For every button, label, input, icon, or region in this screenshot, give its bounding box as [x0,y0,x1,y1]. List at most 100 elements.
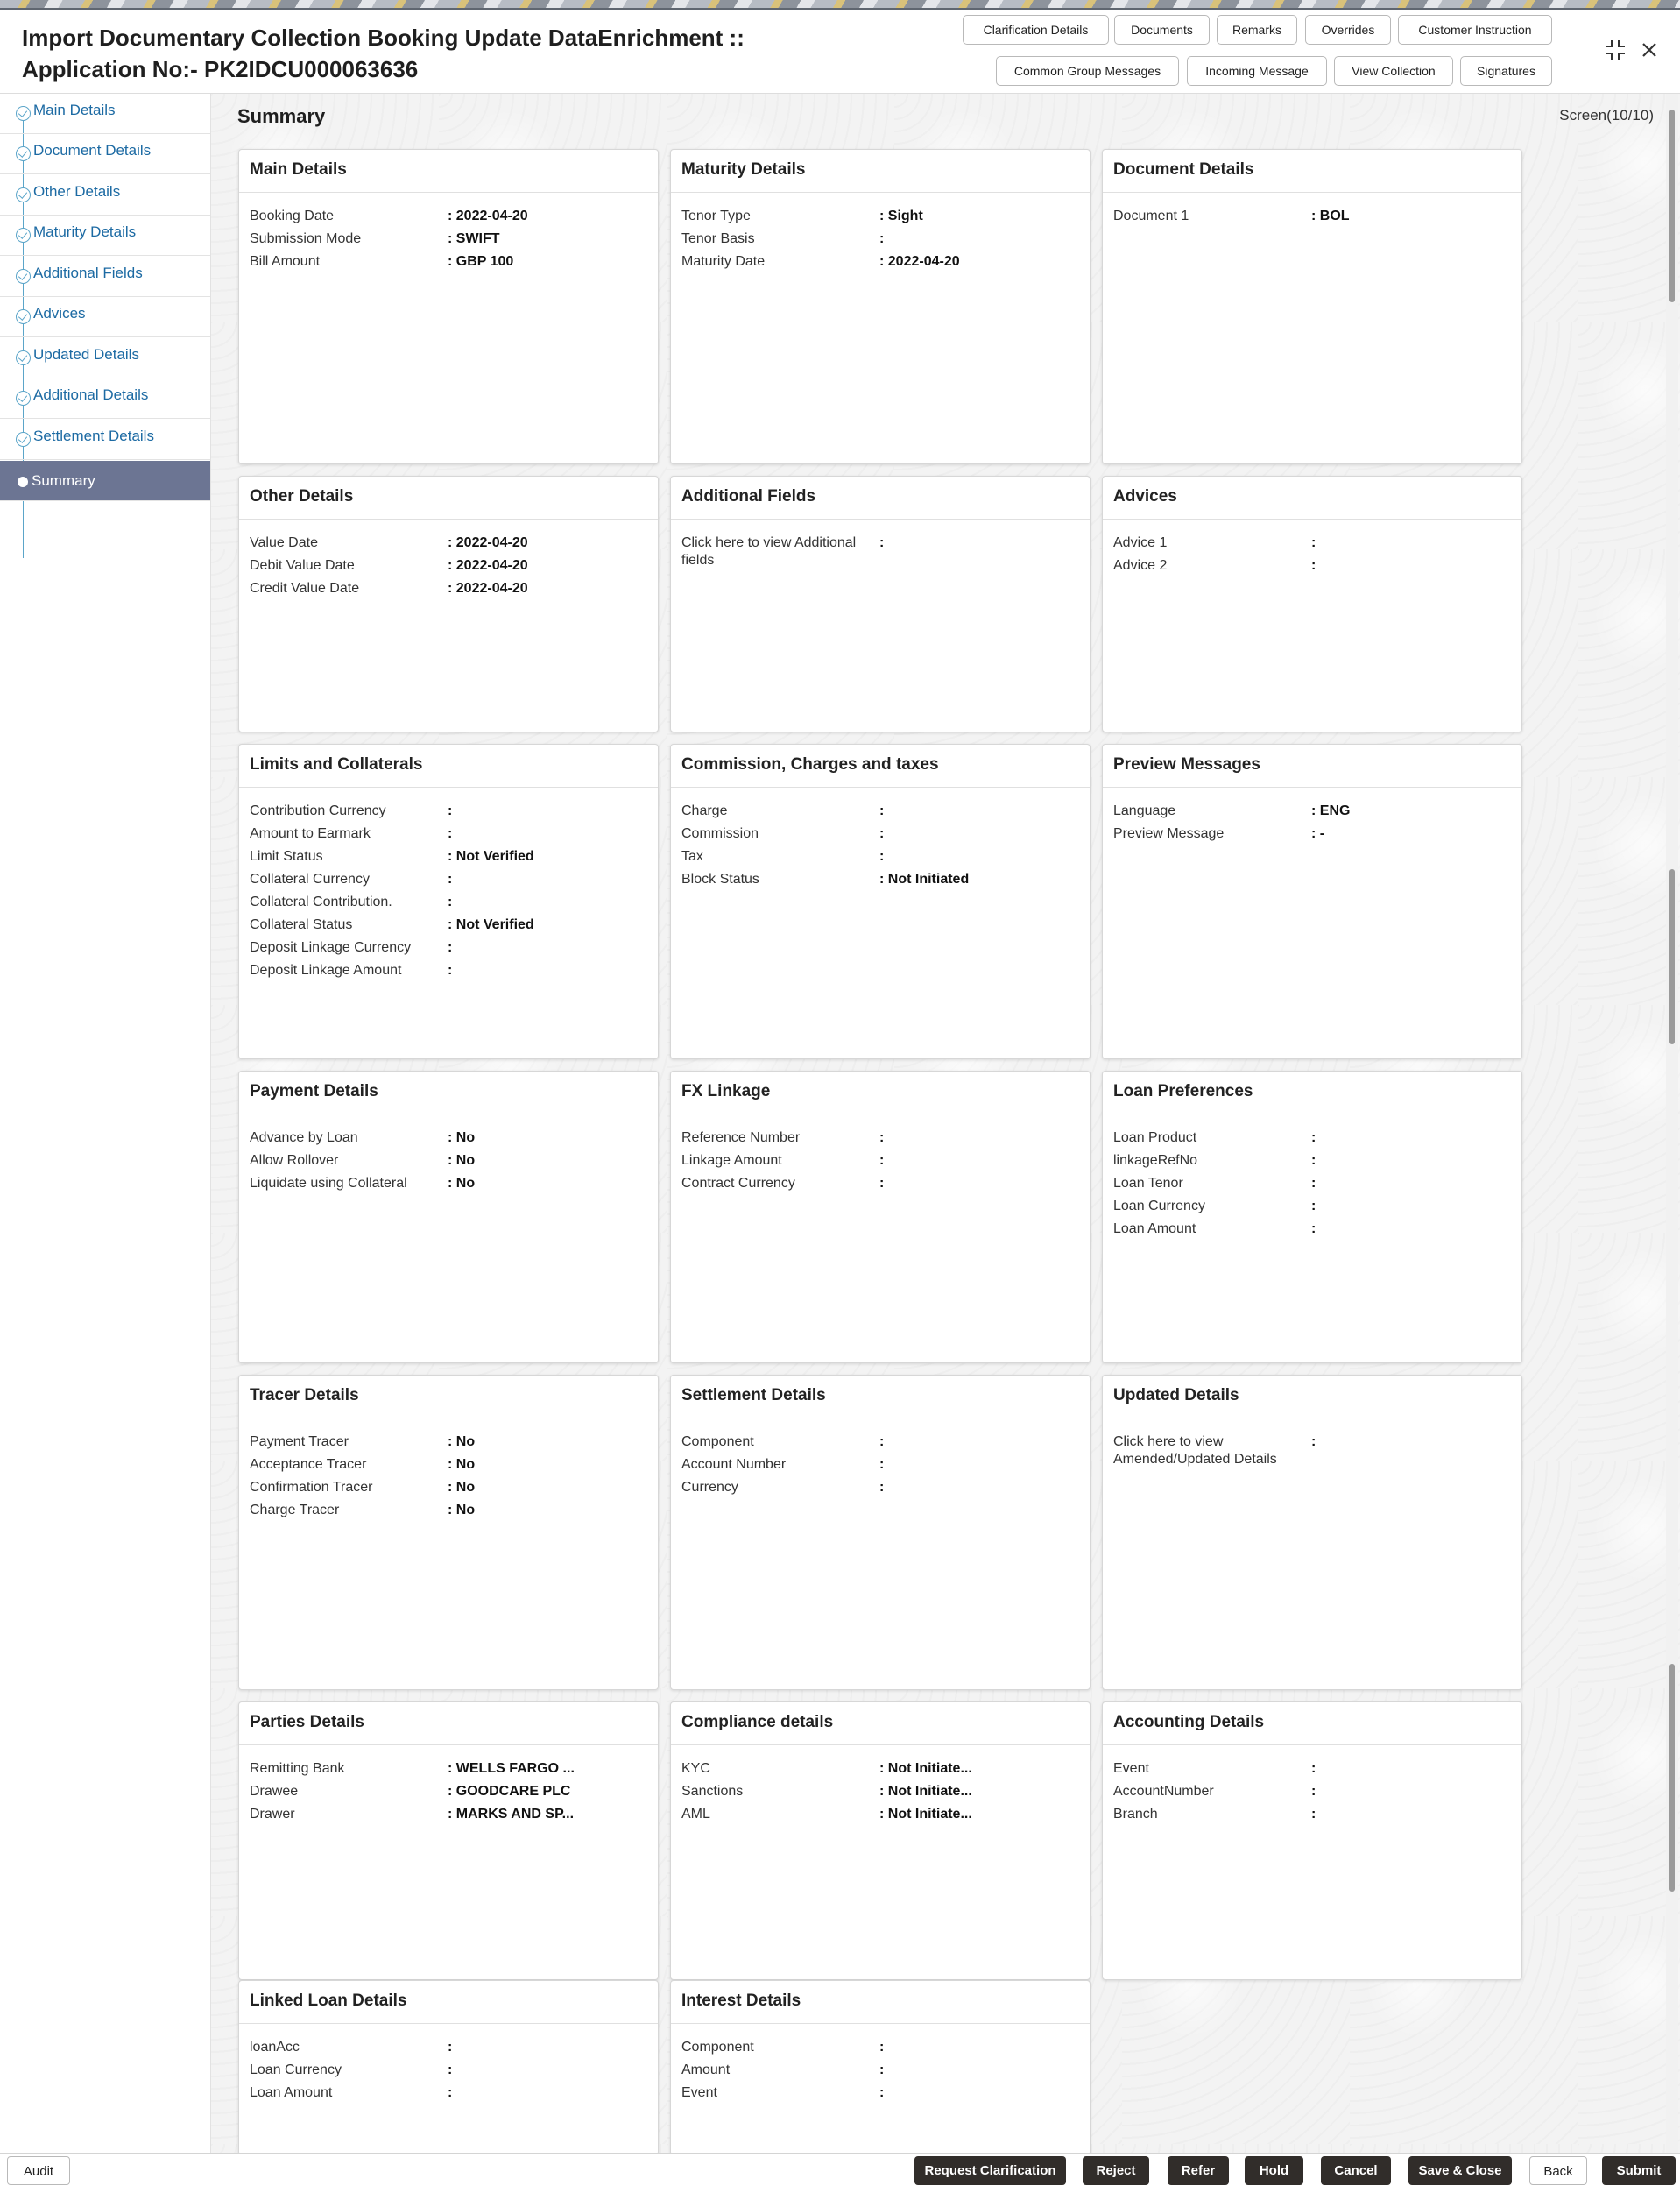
common-group-messages-button[interactable]: Common Group Messages [996,56,1179,86]
field-value: : [1311,1199,1316,1213]
request-clarification-button[interactable]: Request Clarification [914,2156,1066,2185]
card-title: Loan Preferences [1113,1082,1253,1100]
summary-panel: Summary Screen(10/10) Main Details Bookin… [211,94,1680,2155]
field-label: Loan Currency [1113,1199,1205,1213]
view-link[interactable]: Click here to view Amended/Updated Detai… [1113,1433,1302,1468]
card-divider [239,2023,658,2024]
vertical-scrollbar[interactable] [1666,94,1678,2153]
reject-button[interactable]: Reject [1083,2156,1149,2185]
audit-button[interactable]: Audit [7,2156,70,2185]
field-label: Allow Rollover [250,1153,339,1168]
card-divider [239,1744,658,1745]
sidebar-item-advices[interactable]: Advices [0,297,210,337]
field-label: Language [1113,803,1176,818]
field-label: Preview Message [1113,826,1225,841]
field-label: Limit Status [250,849,323,864]
sidebar-item-maturity-details[interactable]: Maturity Details [0,216,210,256]
card-title: FX Linkage [681,1082,771,1100]
submit-button[interactable]: Submit [1602,2156,1676,2185]
field-label: Drawee [250,1784,299,1799]
signatures-button[interactable]: Signatures [1460,56,1552,86]
card-title: Commission, Charges and taxes [681,755,939,774]
scroll-thumb[interactable] [1669,1664,1675,1892]
clarification-details-button[interactable]: Clarification Details [963,15,1109,45]
field-value: : Not Initiate... [879,1784,972,1799]
field-label: KYC [681,1761,710,1776]
field-label: linkageRefNo [1113,1153,1198,1168]
close-icon[interactable] [1636,39,1662,65]
card-divider [239,519,658,520]
overrides-button[interactable]: Overrides [1305,15,1391,45]
scroll-thumb[interactable] [1669,869,1675,1044]
card-preview-messages: Preview Messages Language: ENG Preview Mes… [1102,744,1522,1059]
field-label: Commission [681,826,759,841]
check-circle-icon [16,391,31,406]
page-title-line1: Import Documentary Collection Booking Up… [22,25,745,51]
field-label: Deposit Linkage Currency [250,940,412,955]
sidebar-item-label: Document Details [33,142,152,159]
field-value: : [879,849,885,864]
view-collection-button[interactable]: View Collection [1334,56,1453,86]
field-label: Loan Currency [250,2062,342,2077]
view-link[interactable]: Click here to view Additional fields [681,534,870,569]
card-additional-fields: Additional Fields Click here to view Addi… [670,476,1091,732]
customer-instruction-button[interactable]: Customer Instruction [1398,15,1552,45]
card-title: Accounting Details [1113,1713,1265,1731]
incoming-message-button[interactable]: Incoming Message [1187,56,1327,86]
field-label: Collateral Currency [250,872,370,887]
field-label: Account Number [681,1457,787,1472]
sidebar-item-additional-fields[interactable]: Additional Fields [0,257,210,297]
screen-counter: Screen(10/10) [1559,107,1654,124]
field-value: : [879,1176,885,1191]
sidebar-item-label: Main Details [33,102,116,118]
field-value: : [1311,1130,1316,1145]
card-title: Linked Loan Details [250,1991,407,2010]
field-value: : Not Initiate... [879,1807,972,1822]
refer-button[interactable]: Refer [1168,2156,1229,2185]
sidebar-item-settlement-details[interactable]: Settlement Details [0,420,210,460]
card-main-details: Main Details Booking Date: 2022-04-20 Subm… [238,149,659,464]
sidebar-item-label: Summary [32,472,95,489]
back-button[interactable]: Back [1529,2156,1587,2185]
sidebar-navigation: Main Details Document Details Other Deta… [0,94,211,2153]
field-label: Event [681,2085,717,2100]
documents-button[interactable]: Documents [1114,15,1210,45]
collapse-icon[interactable] [1602,39,1628,65]
cancel-button[interactable]: Cancel [1321,2156,1391,2185]
field-value: : [1311,1761,1316,1776]
remarks-button[interactable]: Remarks [1217,15,1297,45]
save-and-close-button[interactable]: Save & Close [1408,2156,1512,2185]
sidebar-item-document-details[interactable]: Document Details [0,134,210,174]
card-divider [671,2023,1090,2024]
card-title: Limits and Collaterals [250,755,423,774]
card-payment-details: Payment Details Advance by Loan: No Allow … [238,1071,659,1363]
field-value: : [1311,558,1316,573]
field-value: : [879,2062,885,2077]
check-circle-icon [16,146,31,161]
check-circle-icon [16,187,31,202]
sidebar-item-main-details[interactable]: Main Details [0,94,210,134]
sidebar-item-label: Settlement Details [33,428,154,444]
card-advices: Advices Advice 1: Advice 2: [1102,476,1522,732]
sidebar-item-other-details[interactable]: Other Details [0,175,210,216]
sidebar-item-updated-details[interactable]: Updated Details [0,338,210,378]
field-value: : [879,231,885,246]
field-value: : [879,535,885,550]
field-value: : [879,1434,885,1449]
field-value: : [879,1457,885,1472]
field-label: Deposit Linkage Amount [250,963,402,978]
card-interest-details: Interest Details Component: Amount: Event: [670,1980,1091,2155]
sidebar-item-summary[interactable]: Summary [0,461,210,501]
field-value: : No [448,1434,476,1449]
field-label: Advice 1 [1113,535,1168,550]
field-label: AML [681,1807,710,1822]
scroll-thumb[interactable] [1669,110,1675,302]
sidebar-item-additional-details[interactable]: Additional Details [0,378,210,419]
field-label: Component [681,1434,754,1449]
card-title: Tracer Details [250,1386,359,1404]
card-divider [671,787,1090,788]
hold-button[interactable]: Hold [1245,2156,1303,2185]
check-circle-icon [16,309,31,324]
field-label: Acceptance Tracer [250,1457,367,1472]
field-value: : [448,2085,453,2100]
